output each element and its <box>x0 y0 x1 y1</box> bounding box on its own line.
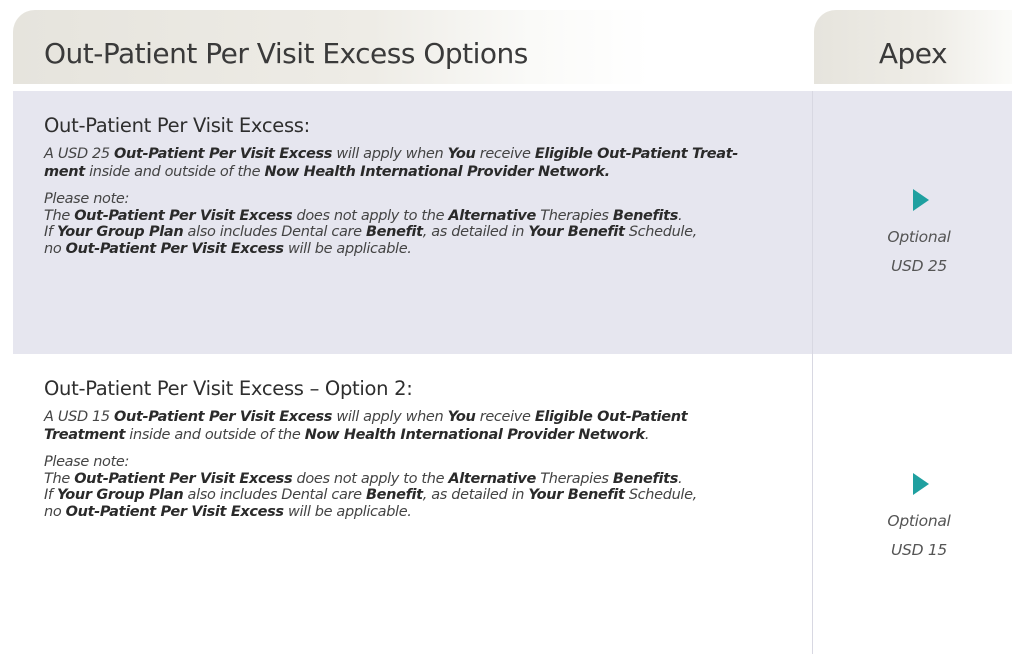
section-2-option-label: Optional <box>887 512 951 530</box>
play-arrow-icon <box>913 473 929 495</box>
play-arrow-icon <box>913 189 929 211</box>
section-1-option-label: Optional <box>887 228 951 246</box>
section-2-option: Optional USD 15 <box>814 473 1012 565</box>
section-2-option-value: USD 15 <box>891 541 947 559</box>
column-divider <box>812 91 813 654</box>
section-1-option: Optional USD 25 <box>814 189 1012 281</box>
section-1-title: Out-Patient Per Visit Excess: <box>44 114 310 137</box>
section-2-note: Please note: The Out-Patient Per Visit Ex… <box>44 454 697 520</box>
column-header-apex: Apex <box>878 37 948 70</box>
section-2-body: A USD 15 Out-Patient Per Visit Excess wi… <box>44 409 688 443</box>
page-title: Out-Patient Per Visit Excess Options <box>44 37 528 70</box>
section-2-title: Out-Patient Per Visit Excess – Option 2: <box>44 377 413 400</box>
section-2: Out-Patient Per Visit Excess – Option 2:… <box>44 377 784 520</box>
section-1-note: Please note: The Out-Patient Per Visit Ex… <box>44 191 697 257</box>
section-1: Out-Patient Per Visit Excess: A USD 25 O… <box>44 114 784 257</box>
section-1-option-value: USD 25 <box>891 257 947 275</box>
section-1-body: A USD 25 Out-Patient Per Visit Excess wi… <box>44 146 738 180</box>
